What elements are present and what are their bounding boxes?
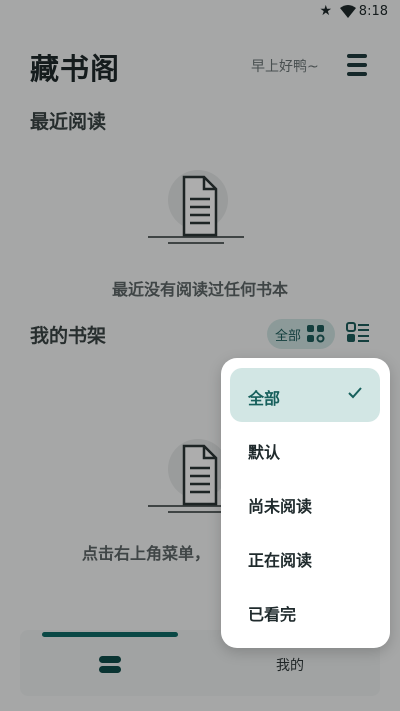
filter-option-finished[interactable]: 已看完 bbox=[230, 584, 380, 638]
filter-option-label: 正在阅读 bbox=[248, 551, 313, 570]
filter-option-label: 全部 bbox=[248, 389, 281, 408]
filter-option-unread[interactable]: 尚未阅读 bbox=[230, 476, 380, 530]
filter-option-label: 已看完 bbox=[248, 605, 297, 624]
filter-option-default[interactable]: 默认 bbox=[230, 422, 380, 476]
filter-menu: 全部 默认 尚未阅读 正在阅读 已看完 bbox=[221, 358, 390, 648]
filter-option-label: 尚未阅读 bbox=[248, 497, 313, 516]
filter-option-reading[interactable]: 正在阅读 bbox=[230, 530, 380, 584]
checkmark-icon bbox=[348, 387, 362, 399]
filter-option-label: 默认 bbox=[248, 443, 281, 462]
filter-option-all[interactable]: 全部 bbox=[230, 368, 380, 422]
